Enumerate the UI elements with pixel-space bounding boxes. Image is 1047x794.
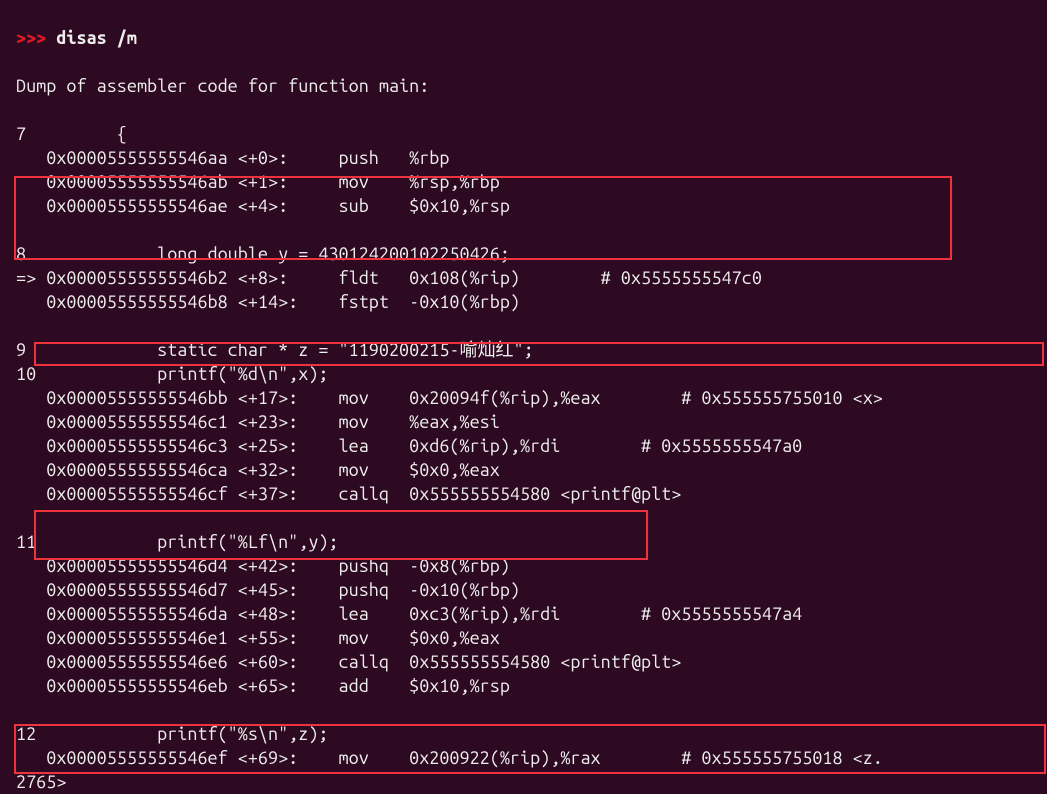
disassembly-line: 8 long double y = 430124200102250426;	[16, 242, 1043, 266]
disassembly-line: 7 {	[16, 122, 1043, 146]
disassembly-line: 0x00005555555546e6 <+60>: callq 0x555555…	[16, 650, 1043, 674]
disassembly-line: 9 static char * z = "1190200215-喻灿红";	[16, 338, 1043, 362]
disassembly-line: 11 printf("%Lf\n",y);	[16, 530, 1043, 554]
disassembly-line: 0x00005555555546cf <+37>: callq 0x555555…	[16, 482, 1043, 506]
disassembly-line: 0x00005555555546e1 <+55>: mov $0x0,%eax	[16, 626, 1043, 650]
disassembly-line: 0x00005555555546da <+48>: lea 0xc3(%rip)…	[16, 602, 1043, 626]
disassembly-line: 0x00005555555546ae <+4>: sub $0x10,%rsp	[16, 194, 1043, 218]
disassembly-line: 10 printf("%d\n",x);	[16, 362, 1043, 386]
command-line: >>> disas /m	[16, 26, 1043, 50]
disassembly-line: 0x00005555555546aa <+0>: push %rbp	[16, 146, 1043, 170]
disassembly-line: 0x00005555555546eb <+65>: add $0x10,%rsp	[16, 674, 1043, 698]
command-text: disas /m	[56, 28, 137, 48]
terminal-output[interactable]: >>> disas /m Dump of assembler code for …	[0, 0, 1047, 794]
disassembly-line	[16, 698, 1043, 722]
disassembly-line: 12 printf("%s\n",z);	[16, 722, 1043, 746]
disassembly-line: 0x00005555555546c1 <+23>: mov %eax,%esi	[16, 410, 1043, 434]
dump-header: Dump of assembler code for function main…	[16, 74, 1043, 98]
disassembly-line	[16, 314, 1043, 338]
disassembly-line: 0x00005555555546b8 <+14>: fstpt -0x10(%r…	[16, 290, 1043, 314]
disassembly-line: 0x00005555555546ef <+69>: mov 0x200922(%…	[16, 746, 1043, 770]
prompt: >>>	[16, 28, 56, 48]
disassembly-line: 0x00005555555546d7 <+45>: pushq -0x10(%r…	[16, 578, 1043, 602]
disassembly-line: 2765>	[16, 770, 1043, 794]
disassembly-line: 0x00005555555546ab <+1>: mov %rsp,%rbp	[16, 170, 1043, 194]
disassembly-line: 0x00005555555546ca <+32>: mov $0x0,%eax	[16, 458, 1043, 482]
disassembly-line	[16, 218, 1043, 242]
disassembly-line	[16, 506, 1043, 530]
disassembly-line: 0x00005555555546c3 <+25>: lea 0xd6(%rip)…	[16, 434, 1043, 458]
disassembly-line: => 0x00005555555546b2 <+8>: fldt 0x108(%…	[16, 266, 1043, 290]
disassembly-line: 0x00005555555546d4 <+42>: pushq -0x8(%rb…	[16, 554, 1043, 578]
disassembly-line: 0x00005555555546bb <+17>: mov 0x20094f(%…	[16, 386, 1043, 410]
